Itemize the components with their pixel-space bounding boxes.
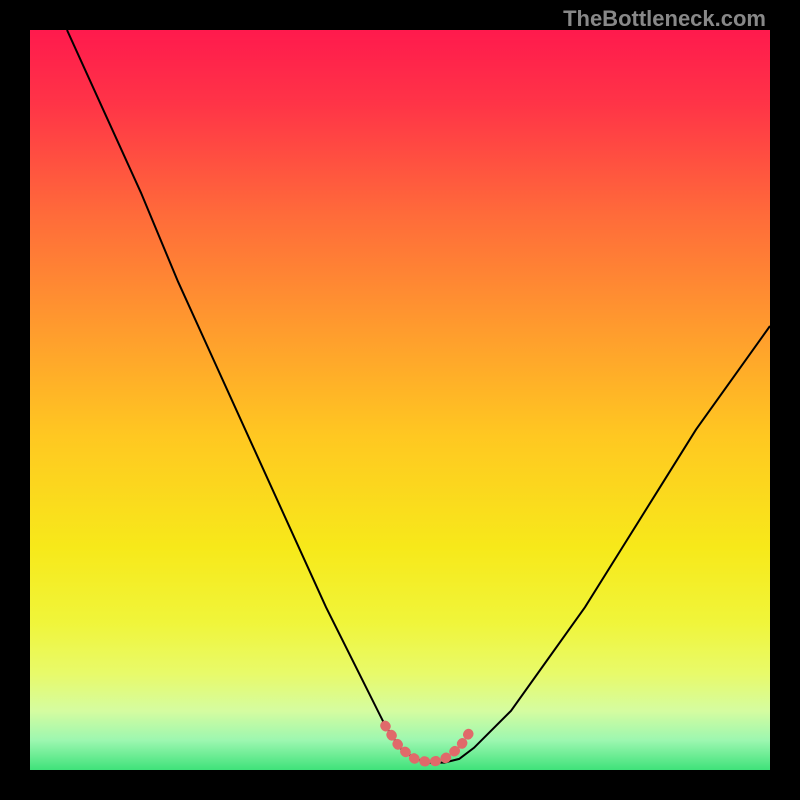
plot-area <box>30 30 770 770</box>
watermark-text: TheBottleneck.com <box>563 6 766 32</box>
bottleneck-curve <box>67 30 770 763</box>
curve-svg <box>30 30 770 770</box>
chart-container: TheBottleneck.com <box>0 0 800 800</box>
